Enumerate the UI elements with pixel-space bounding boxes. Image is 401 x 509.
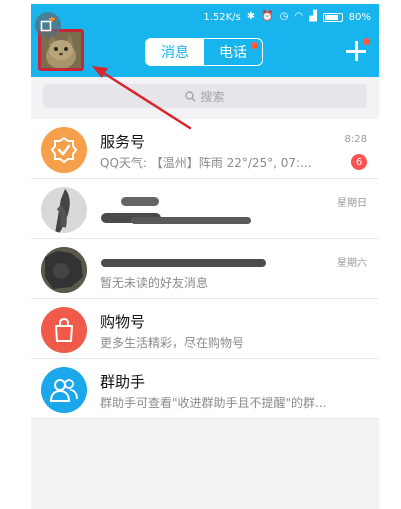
shopping-bag-icon xyxy=(41,307,87,353)
tab-messages[interactable]: 消息 xyxy=(146,39,204,65)
conversation-title: 购物号 xyxy=(100,313,146,331)
search-input[interactable]: 搜索 xyxy=(43,84,367,108)
friend-avatar xyxy=(41,187,87,233)
list-item[interactable]: 星期日 xyxy=(31,179,379,239)
network-speed: 1.52K/s xyxy=(203,11,241,23)
redacted-avatar-mark xyxy=(55,189,70,233)
tab-phone-label: 电话 xyxy=(219,45,247,61)
battery-level xyxy=(324,14,338,20)
conversation-time: 8:28 xyxy=(344,134,367,145)
status-bar: 1.52K/s ✱ ⏰ ◷ ◠ ▟ 80% xyxy=(203,9,371,25)
conversation-time: 星期日 xyxy=(337,198,367,209)
list-item[interactable]: 购物号 更多生活精彩，尽在购物号 xyxy=(31,299,379,359)
group-people-glyph xyxy=(49,379,78,402)
battery-icon xyxy=(322,12,343,22)
conversation-preview: 更多生活精彩，尽在购物号 xyxy=(100,336,245,350)
signal-icon: ▟ xyxy=(309,11,317,22)
message-phone-tabs: 消息 电话 xyxy=(145,38,263,66)
wifi-icon: ◠ xyxy=(294,11,304,22)
redacted-avatar-mark xyxy=(41,247,87,293)
add-window-glyph xyxy=(40,17,55,32)
list-item[interactable]: 群助手 群助手可查看"收进群助手且不提醒"的群... xyxy=(31,359,379,419)
shopping-bag-glyph xyxy=(55,317,73,342)
conversation-preview: 群助手可查看"收进群助手且不提醒"的群... xyxy=(100,396,327,410)
clock-icon: ◷ xyxy=(279,11,289,22)
badge-check-glyph xyxy=(50,136,78,164)
plus-horizontal xyxy=(346,50,366,53)
qq-message-screen: 1.52K/s ✱ ⏰ ◷ ◠ ▟ 80% 消息 电话 搜索 服务号 QQ天气:… xyxy=(31,4,379,509)
tab-phone[interactable]: 电话 xyxy=(204,39,262,65)
search-icon xyxy=(185,90,197,102)
search-placeholder: 搜索 xyxy=(200,89,225,104)
unread-badge: 6 xyxy=(351,154,367,170)
conversation-title: 群助手 xyxy=(100,373,146,391)
redacted-name xyxy=(131,217,251,224)
group-people-icon xyxy=(41,367,87,413)
bluetooth-icon: ✱ xyxy=(246,11,256,22)
notification-dot xyxy=(251,42,258,49)
friend-avatar xyxy=(41,247,87,293)
redacted-name xyxy=(101,259,266,267)
add-window-icon[interactable] xyxy=(35,12,61,38)
conversation-preview: 暂无未读的好友消息 xyxy=(100,276,209,290)
battery-percent: 80% xyxy=(348,11,371,23)
list-item[interactable]: 服务号 QQ天气: 【温州】阵雨 22°/25°, 07:... 8:28 6 xyxy=(31,119,379,179)
plus-icon[interactable] xyxy=(346,41,366,61)
shield-check-icon xyxy=(41,127,87,173)
conversation-title: 服务号 xyxy=(100,133,146,151)
conversation-preview: QQ天气: 【温州】阵雨 22°/25°, 07:... xyxy=(100,156,312,170)
plus-notification-dot xyxy=(363,38,370,45)
alarm-icon: ⏰ xyxy=(261,11,274,22)
redacted-name xyxy=(121,197,159,206)
conversation-time: 星期六 xyxy=(337,258,367,269)
conversation-list: 服务号 QQ天气: 【温州】阵雨 22°/25°, 07:... 8:28 6 … xyxy=(31,119,379,419)
top-header: 1.52K/s ✱ ⏰ ◷ ◠ ▟ 80% 消息 电话 xyxy=(31,4,379,77)
list-item[interactable]: 暂无未读的好友消息 星期六 xyxy=(31,239,379,299)
